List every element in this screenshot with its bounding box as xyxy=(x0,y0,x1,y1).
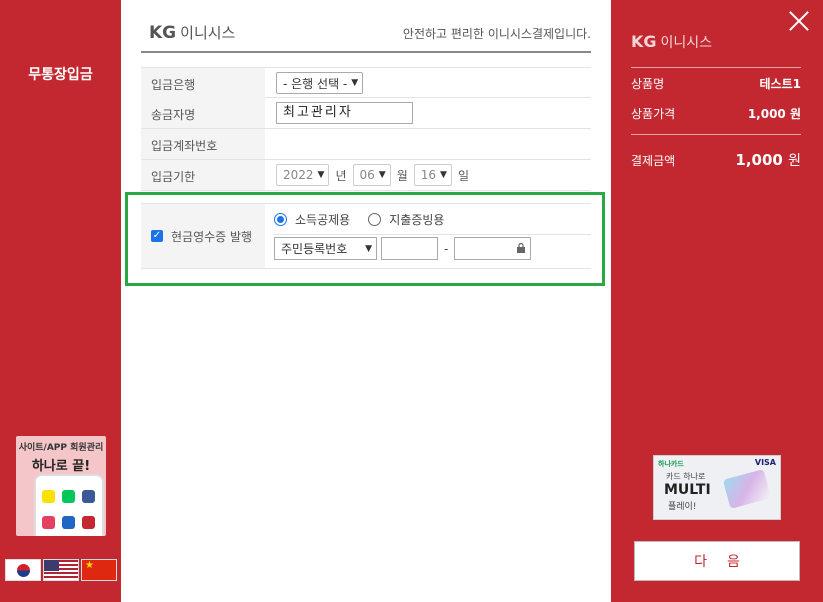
receipt-type-row: 소득공제용 지출증빙용 xyxy=(274,204,591,235)
sender-row: 송금자명 최고관리자 xyxy=(141,98,591,129)
chevron-down-icon: ▼ xyxy=(351,78,359,88)
price-value: 1,000 원 xyxy=(747,107,801,121)
product-value: 테스트1 xyxy=(759,77,801,91)
ad-line-2: 하나로 끝! xyxy=(31,459,91,474)
inicis-logo: KG 이니시스 xyxy=(149,22,235,43)
total-value: 1,000 원 xyxy=(735,150,801,170)
summary-panel: KG 이니시스 상품명 테스트1 상품가격 1,000 원 결제금액 1,000 … xyxy=(611,0,823,602)
logo-kg: KG xyxy=(149,23,177,43)
payment-form-panel: KG 이니시스 안전하고 편리한 이니시스결제입니다. 입금은행 - 은행 선택 … xyxy=(121,0,611,602)
next-button[interactable]: 다음 xyxy=(634,541,800,581)
cash-receipt-section: ✓ 현금영수증 발행 소득공제용 지출증빙용 주민등록번호 ▼ - xyxy=(141,203,591,269)
expense-proof-label[interactable]: 지출증빙용 xyxy=(389,211,444,228)
chevron-down-icon: ▼ xyxy=(365,243,372,254)
id-type-value: 주민등록번호 xyxy=(281,242,348,256)
summary-divider xyxy=(631,67,801,68)
total-unit: 원 xyxy=(788,153,801,169)
day-value: 16 xyxy=(420,168,437,182)
account-row: 입금계좌번호 xyxy=(141,129,591,160)
total-label: 결제금액 xyxy=(631,153,676,168)
app-icon xyxy=(42,516,55,529)
ad-right-line-2: MULTI xyxy=(664,482,711,498)
day-unit: 일 xyxy=(457,168,470,183)
expense-proof-radio[interactable] xyxy=(368,212,382,226)
deadline-label: 입금기한 xyxy=(141,160,265,190)
sender-name-input[interactable]: 최고관리자 xyxy=(276,102,413,124)
summary-logo-kg: KG xyxy=(631,32,657,51)
product-label: 상품명 xyxy=(631,77,665,91)
income-deduction-label[interactable]: 소득공제용 xyxy=(295,211,350,228)
card-image xyxy=(722,469,772,509)
year-value: 2022 xyxy=(283,168,314,182)
deadline-row: 입금기한 2022 ▼ 년 06 ▼ 월 16 ▼ 일 xyxy=(141,160,591,191)
income-deduction-radio[interactable] xyxy=(274,212,287,226)
sender-label: 송금자명 xyxy=(141,98,265,128)
phone-image xyxy=(34,474,104,536)
form-header: KG 이니시스 안전하고 편리한 이니시스결제입니다. xyxy=(141,18,591,53)
bank-label: 입금은행 xyxy=(141,68,265,98)
month-value: 06 xyxy=(359,168,375,182)
china-flag-icon[interactable]: ★ xyxy=(81,559,117,581)
korea-flag-icon[interactable] xyxy=(5,559,41,581)
logo-text: 이니시스 xyxy=(180,24,236,42)
summary-logo-text: 이니시스 xyxy=(660,35,713,51)
bank-select-value: - 은행 선택 - xyxy=(283,76,348,91)
product-row: 상품명 테스트1 xyxy=(631,75,801,92)
id-type-select[interactable]: 주민등록번호 ▼ xyxy=(274,237,377,260)
ad-right-line-3: 플레이! xyxy=(668,502,697,512)
ad-brand: 하나카드 xyxy=(658,460,684,468)
account-label: 입금계좌번호 xyxy=(141,129,265,159)
year-unit: 년 xyxy=(335,168,347,183)
app-icon xyxy=(82,516,95,529)
ad-line-1: 사이트/APP 회원관리 xyxy=(18,443,104,453)
close-icon[interactable] xyxy=(788,10,810,32)
id-number-row: 주민등록번호 ▼ - xyxy=(274,237,532,260)
lock-icon xyxy=(517,243,526,253)
app-icon xyxy=(62,490,75,503)
total-amount: 1,000 xyxy=(735,151,783,169)
deadline-year-select[interactable]: 2022 ▼ xyxy=(276,164,330,186)
bank-transfer-form: 입금은행 - 은행 선택 - ▼ 송금자명 최고관리자 입금계좌번호 입금기한 … xyxy=(141,67,591,191)
month-unit: 월 xyxy=(396,168,408,183)
left-ad-banner[interactable]: 사이트/APP 회원관리 하나로 끝! xyxy=(16,436,106,536)
total-row: 결제금액 1,000 원 xyxy=(631,150,801,170)
bank-row: 입금은행 - 은행 선택 - ▼ xyxy=(141,67,591,98)
price-label: 상품가격 xyxy=(631,107,676,121)
chevron-down-icon: ▼ xyxy=(440,170,447,180)
right-ad-banner[interactable]: 하나카드 VISA 카드 하나로 MULTI 플레이! xyxy=(653,455,781,520)
header-message: 안전하고 편리한 이니시스결제입니다. xyxy=(402,27,591,41)
bank-select[interactable]: - 은행 선택 - ▼ xyxy=(276,72,364,94)
chevron-down-icon: ▼ xyxy=(378,170,386,180)
cash-receipt-checkbox[interactable]: ✓ xyxy=(151,230,163,242)
summary-divider xyxy=(631,134,801,135)
left-panel: 무통장입금 사이트/APP 회원관리 하나로 끝! ★ xyxy=(0,0,121,602)
deadline-month-select[interactable]: 06 ▼ xyxy=(352,164,391,186)
ad-right-line-1: 카드 하나로 xyxy=(666,472,706,481)
cash-receipt-label: 현금영수증 발행 xyxy=(171,229,253,244)
language-flags: ★ xyxy=(5,559,117,581)
visa-logo: VISA xyxy=(754,458,776,467)
chevron-down-icon: ▼ xyxy=(317,170,325,180)
id-number-first-input[interactable] xyxy=(381,237,438,260)
id-dash: - xyxy=(444,241,449,256)
usa-flag-icon[interactable] xyxy=(43,559,79,581)
app-icon xyxy=(42,490,55,503)
id-number-second-input[interactable] xyxy=(454,237,532,260)
app-icon xyxy=(62,516,75,529)
summary-logo: KG 이니시스 xyxy=(631,32,712,52)
app-icon xyxy=(82,490,95,503)
payment-method-title: 무통장입금 xyxy=(28,67,93,83)
price-row: 상품가격 1,000 원 xyxy=(631,105,801,122)
deadline-day-select[interactable]: 16 ▼ xyxy=(413,164,452,186)
cash-receipt-label-cell: ✓ 현금영수증 발행 xyxy=(141,204,265,268)
